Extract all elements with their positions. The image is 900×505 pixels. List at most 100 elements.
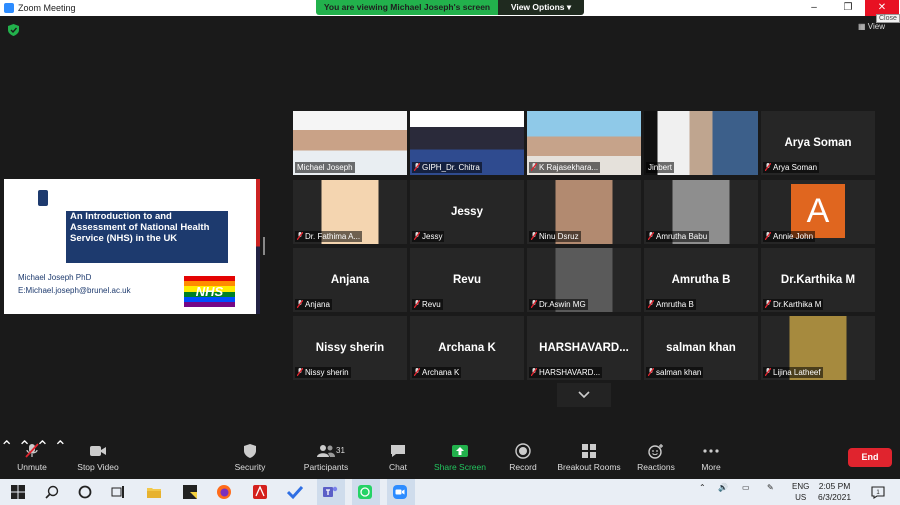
share-options-caret-icon[interactable]: ⌃ [54, 439, 67, 456]
window-title: Zoom Meeting [18, 3, 76, 13]
screen-share-banner: You are viewing Michael Joseph's screen … [316, 0, 584, 15]
participant-name: Ninu Dsruz [539, 232, 579, 241]
whatsapp-icon[interactable] [357, 484, 373, 500]
record-button[interactable]: Record [505, 437, 541, 477]
participant-name-label: Michael Joseph [295, 162, 355, 173]
search-icon[interactable] [44, 484, 60, 500]
todo-check-icon[interactable] [287, 484, 303, 500]
firefox-icon[interactable] [216, 484, 232, 500]
split-divider-handle[interactable] [263, 237, 265, 255]
task-view-icon[interactable] [110, 484, 126, 500]
zoom-icon[interactable] [392, 484, 408, 500]
next-page-button[interactable] [557, 383, 611, 407]
share-screen-button[interactable]: Share Screen [432, 437, 488, 477]
participant-name-label: Annie John [763, 231, 816, 242]
participant-tile[interactable]: Amrutha B Amrutha B [644, 248, 758, 312]
zoom-app-icon [4, 3, 14, 13]
participant-name-label: Lijina Latheef [763, 367, 823, 378]
breakout-rooms-label: Breakout Rooms [557, 462, 621, 472]
reactions-button[interactable]: Reactions [634, 437, 678, 477]
participant-tile[interactable]: GIPH_Dr. Chitra [410, 111, 524, 175]
stop-video-button[interactable]: Stop Video [72, 437, 124, 477]
view-options-button[interactable]: View Options ▾ [498, 0, 584, 15]
participant-tile[interactable]: Jessy Jessy [410, 180, 524, 244]
participant-name-label: Amrutha Babu [646, 231, 710, 242]
windows-start-icon[interactable] [10, 484, 26, 500]
participant-name: GIPH_Dr. Chitra [422, 163, 480, 172]
participants-label: Participants [303, 462, 349, 472]
participant-name: Jessy [422, 232, 443, 241]
notification-icon[interactable]: 1 [870, 484, 886, 500]
breakout-rooms-button[interactable]: Breakout Rooms [555, 437, 623, 477]
muted-mic-icon [531, 163, 537, 171]
muted-mic-icon [765, 300, 771, 308]
nhs-logo-text: NHS [195, 284, 224, 299]
video-camera-icon [90, 446, 106, 456]
slide-title: An Introduction to and Assessment of Nat… [66, 211, 228, 263]
participant-tile[interactable]: Dr.Aswin MG [527, 248, 641, 312]
view-label: View [867, 22, 885, 31]
pen-icon[interactable]: ✎ [767, 483, 774, 492]
end-meeting-button[interactable]: End [848, 448, 892, 467]
participant-tile[interactable]: Arya Soman Arya Soman [761, 111, 875, 175]
participant-name: Revu [422, 300, 441, 309]
unmute-button[interactable]: Unmute [12, 437, 52, 477]
more-dots-icon [703, 449, 719, 453]
participant-tile[interactable]: K Rajasekhara... [527, 111, 641, 175]
teams-icon[interactable] [322, 484, 338, 500]
avatar: A [791, 184, 845, 238]
input-language[interactable]: ENG US [792, 481, 809, 503]
restore-button[interactable]: ❐ [831, 0, 865, 16]
participant-tile[interactable]: Anjana Anjana [293, 248, 407, 312]
participant-tile[interactable]: Lijina Latheef [761, 316, 875, 380]
chat-label: Chat [389, 462, 407, 472]
chat-button[interactable]: Chat [382, 437, 414, 477]
participant-tile[interactable]: Archana K Archana K [410, 316, 524, 380]
participant-tile[interactable]: Ninu Dsruz [527, 180, 641, 244]
participant-name-label: Amrutha B [646, 299, 696, 310]
participant-tile[interactable]: HARSHAVARD... HARSHAVARD... [527, 316, 641, 380]
participant-name: Michael Joseph [297, 163, 353, 172]
view-button[interactable]: ▦ View [858, 22, 885, 31]
record-icon [515, 443, 531, 459]
security-button[interactable]: Security [230, 437, 270, 477]
smiley-plus-icon [648, 444, 663, 459]
muted-mic-icon [297, 232, 303, 240]
participant-name-label: Jinbert [646, 162, 675, 173]
participant-name-label: HARSHAVARD... [529, 367, 603, 378]
participants-button[interactable]: Participants [298, 437, 354, 477]
share-screen-arrow-icon [452, 445, 468, 457]
sticky-notes-icon[interactable] [182, 484, 198, 500]
show-hidden-icons-icon[interactable]: ⌃ [699, 483, 706, 492]
participant-tile[interactable]: Dr. Fathima A... [293, 180, 407, 244]
participant-name: Amrutha B [656, 300, 694, 309]
participant-tile[interactable]: Revu Revu [410, 248, 524, 312]
more-button[interactable]: More [694, 437, 728, 477]
participant-tile[interactable]: Jinbert [644, 111, 758, 175]
university-logo [38, 190, 78, 208]
security-shield-icon [244, 444, 256, 458]
participant-name: Archana K [422, 368, 460, 377]
cortana-icon[interactable] [77, 484, 93, 500]
muted-mic-icon [648, 368, 654, 376]
participant-name: Anjana [305, 300, 330, 309]
acrobat-reader-icon[interactable] [252, 484, 268, 500]
participants-icon [317, 445, 335, 457]
participant-tile[interactable]: salman khan salman khan [644, 316, 758, 380]
volume-icon[interactable]: 🔊 [718, 483, 728, 492]
security-shield-icon[interactable] [8, 24, 19, 36]
participant-tile[interactable]: Nissy sherin Nissy sherin [293, 316, 407, 380]
participant-name-label: Dr.Karthika M [763, 299, 824, 310]
muted-mic-icon [531, 300, 537, 308]
participant-tile[interactable]: Dr.Karthika M Dr.Karthika M [761, 248, 875, 312]
battery-icon[interactable]: ▭ [742, 483, 750, 492]
file-explorer-icon[interactable] [146, 484, 162, 500]
clock[interactable]: 2:05 PM 6/3/2021 [818, 481, 851, 503]
muted-microphone-icon [25, 443, 39, 458]
participant-tile[interactable]: A Annie John [761, 180, 875, 244]
chat-bubble-icon [391, 445, 405, 457]
minimize-button[interactable]: – [797, 0, 831, 16]
muted-mic-icon [414, 368, 420, 376]
participant-tile[interactable]: Michael Joseph [293, 111, 407, 175]
participant-tile[interactable]: Amrutha Babu [644, 180, 758, 244]
